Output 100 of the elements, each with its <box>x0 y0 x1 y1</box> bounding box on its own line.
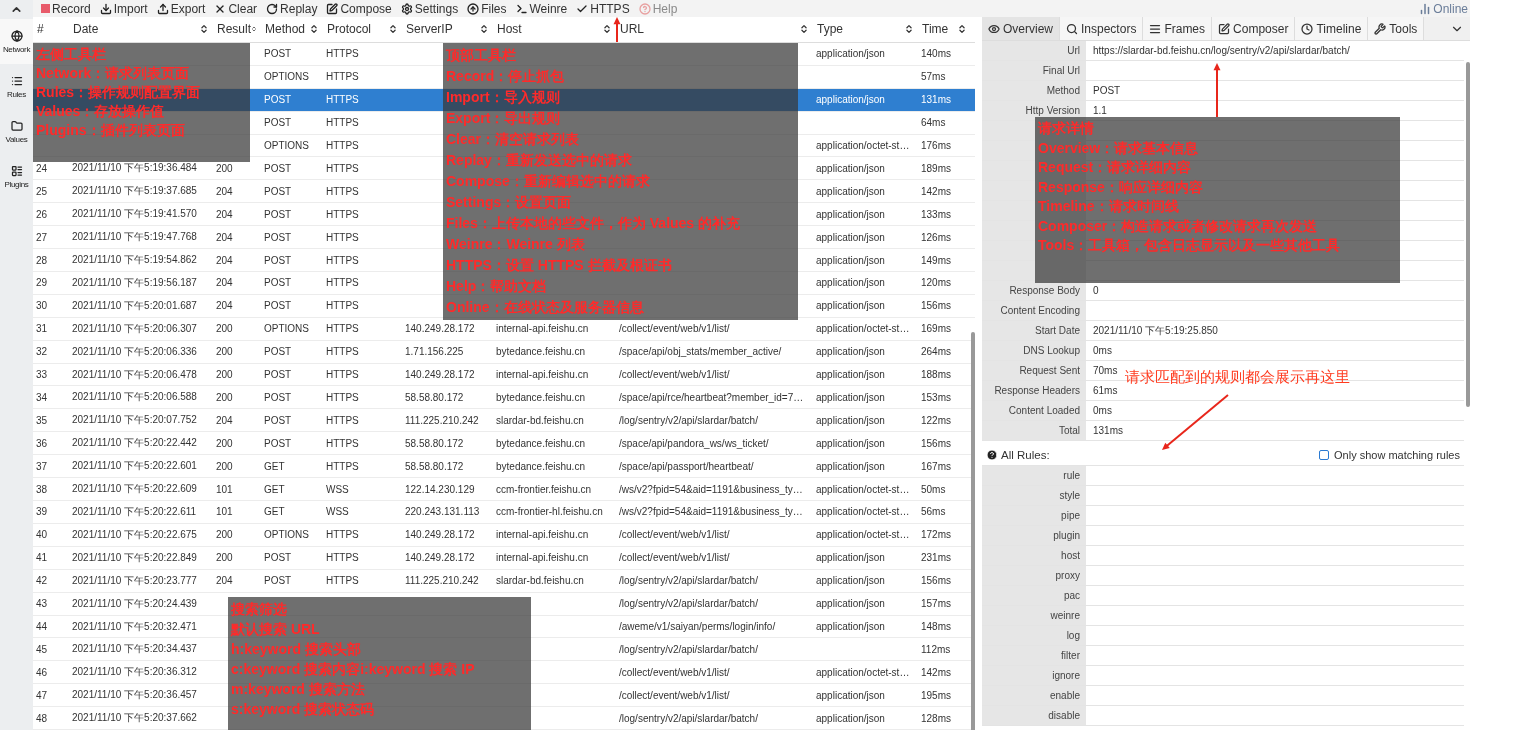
table-cell-text: 2021/11/10 下午5:20:36.312 <box>71 665 198 680</box>
annotation-text: Tools：工具箱，包含日志显示以及一些其他工具 <box>1038 236 1342 255</box>
table-cell-text: 204 <box>215 277 234 289</box>
table-cell-text: 26 <box>35 208 49 220</box>
table-cell-text: 58.58.80.172 <box>404 437 465 449</box>
annotation-text: Weinre：Weinre 列表 <box>446 235 586 254</box>
table-cell-text: /log/sentry/v2/api/slardar/batch/ <box>618 712 759 724</box>
table-cell-text: application/octet-st… <box>815 666 911 678</box>
table-cell-text: 2021/11/10 下午5:20:06.478 <box>71 367 198 382</box>
table-cell-text: 111.225.210.242 <box>404 414 480 426</box>
table-cell-text: 156ms <box>920 300 952 312</box>
table-cell-text: 2021/11/10 下午5:20:22.611 <box>71 504 198 519</box>
table-cell-text: 200 <box>215 162 234 174</box>
field-label: Url <box>982 41 1086 60</box>
table-cell-text: application/json <box>815 94 886 106</box>
table-cell-text: 148ms <box>920 621 952 632</box>
table-cell-text: 27 <box>35 231 49 243</box>
table-cell-text: HTTPS <box>325 300 360 312</box>
table-cell-text: 200 <box>215 437 234 449</box>
callout-text: 请求匹配到的规则都会展示再这里 <box>1125 368 1350 387</box>
table-cell-text: 128ms <box>920 712 952 724</box>
table-cell-text: HTTPS <box>325 529 360 541</box>
rules-title: All Rules: <box>1001 449 1050 461</box>
table-cell-text: application/json <box>815 277 886 289</box>
table-cell-text: /log/sentry/v2/api/slardar/batch/ <box>618 643 759 655</box>
table-cell-text: 140.249.28.172 <box>404 529 476 541</box>
table-cell-text: 188ms <box>920 369 952 381</box>
table-cell-text: /collect/event/web/v1/list/ <box>618 552 731 564</box>
table-cell-text: POST <box>263 414 293 426</box>
annotation-text: Settings：设置页面 <box>446 193 573 212</box>
annotation-text: Rules：操作规则配置界面 <box>36 83 202 102</box>
field-label: Response Headers <box>982 381 1086 400</box>
field-label: Http Version <box>982 101 1086 120</box>
table-cell-text: HTTPS <box>325 94 360 106</box>
table-cell-text: internal-api.feishu.cn <box>495 529 590 541</box>
table-cell-text: slardar-bd.feishu.cn <box>495 575 585 587</box>
table-cell-text: 42 <box>35 575 49 587</box>
table-cell-text: 38 <box>35 483 49 495</box>
annotation-text: Values：存放操作值 <box>36 102 166 121</box>
table-cell-text: 153ms <box>920 391 952 403</box>
table-cell-text: 189ms <box>920 162 952 174</box>
table-cell-text: 58.58.80.172 <box>404 460 465 472</box>
field-label: Content Loaded <box>982 401 1086 420</box>
table-cell-text: 2021/11/10 下午5:20:37.662 <box>71 711 198 726</box>
table-cell-text: HTTPS <box>325 185 360 197</box>
annotation-text: 请求详情 <box>1038 119 1095 138</box>
annotation-text: Help：帮助文档 <box>446 277 548 296</box>
table-cell-text: 131ms <box>920 94 952 106</box>
table-cell-text: OPTIONS <box>263 323 310 335</box>
field-value: 0ms <box>1092 344 1112 358</box>
table-cell-text: application/json <box>815 208 886 220</box>
table-cell-text: application/json <box>815 369 886 381</box>
rule-label: plugin <box>982 526 1086 545</box>
annotation-text: Record：停止抓包 <box>446 67 566 86</box>
table-cell-text: 2021/11/10 下午5:20:22.442 <box>71 436 198 451</box>
table-cell-text: OPTIONS <box>263 139 310 151</box>
table-cell-text: 126ms <box>920 231 952 243</box>
field-label: Request Sent <box>982 361 1086 380</box>
annotation-text: 默认搜索 URL <box>231 620 321 639</box>
annotation-text: Export：导出规则 <box>446 109 562 128</box>
annotation-text: Compose：重新编辑选中的请求 <box>446 172 651 191</box>
table-cell-text: internal-api.feishu.cn <box>495 369 590 381</box>
field-value: 61ms <box>1092 384 1118 398</box>
table-cell-text: 29 <box>35 277 49 289</box>
table-cell-text: 48 <box>35 712 49 724</box>
rule-label: pac <box>982 586 1086 605</box>
table-cell-text: HTTPS <box>325 391 360 403</box>
table-cell-text: 2021/11/10 下午5:20:06.307 <box>71 321 198 336</box>
table-cell-text: /log/sentry/v2/api/slardar/batch/ <box>618 575 759 587</box>
rule-label: rule <box>982 466 1086 485</box>
annotation-text: Timeline：请求时间线 <box>1038 197 1180 216</box>
annotation-text: 搜索筛选 <box>231 600 288 619</box>
table-cell-text: application/octet-st… <box>815 139 911 151</box>
rule-label: proxy <box>982 566 1086 585</box>
rule-label: log <box>982 626 1086 645</box>
table-cell-text: 120ms <box>920 277 952 289</box>
table-cell-text: bytedance.feishu.cn <box>495 346 586 358</box>
table-cell-text: 2021/11/10 下午5:20:06.336 <box>71 344 198 359</box>
field-value: 1.1 <box>1092 104 1107 118</box>
table-cell-text: 1.71.156.225 <box>404 346 465 358</box>
table-cell-text: /collect/event/web/v1/list/ <box>618 369 731 381</box>
table-cell-text: 112ms <box>920 643 952 655</box>
table-cell-text: 176ms <box>920 139 952 151</box>
table-cell-text: 167ms <box>920 460 952 472</box>
table-cell-text: slardar-bd.feishu.cn <box>495 414 585 426</box>
table-cell-text: /space/api/pandora_ws/ws_ticket/ <box>618 437 770 449</box>
table-cell-text: 39 <box>35 506 49 518</box>
table-cell-text: 2021/11/10 下午5:20:22.849 <box>71 550 198 565</box>
table-cell-text: HTTPS <box>325 575 360 587</box>
table-cell-text: 200 <box>215 552 234 564</box>
table-cell-text: 140.249.28.172 <box>404 369 476 381</box>
rule-label: style <box>982 486 1086 505</box>
table-cell-text: 31 <box>35 323 49 335</box>
table-cell-text: application/json <box>815 300 886 312</box>
table-cell-text: /log/sentry/v2/api/slardar/batch/ <box>618 414 759 426</box>
table-cell-text: POST <box>263 552 293 564</box>
table-cell-text: 2021/11/10 下午5:19:54.862 <box>71 253 198 267</box>
table-cell-text: 2021/11/10 下午5:19:37.685 <box>71 184 198 199</box>
table-cell-text: POST <box>263 391 293 403</box>
table-cell-text: application/json <box>815 621 886 632</box>
